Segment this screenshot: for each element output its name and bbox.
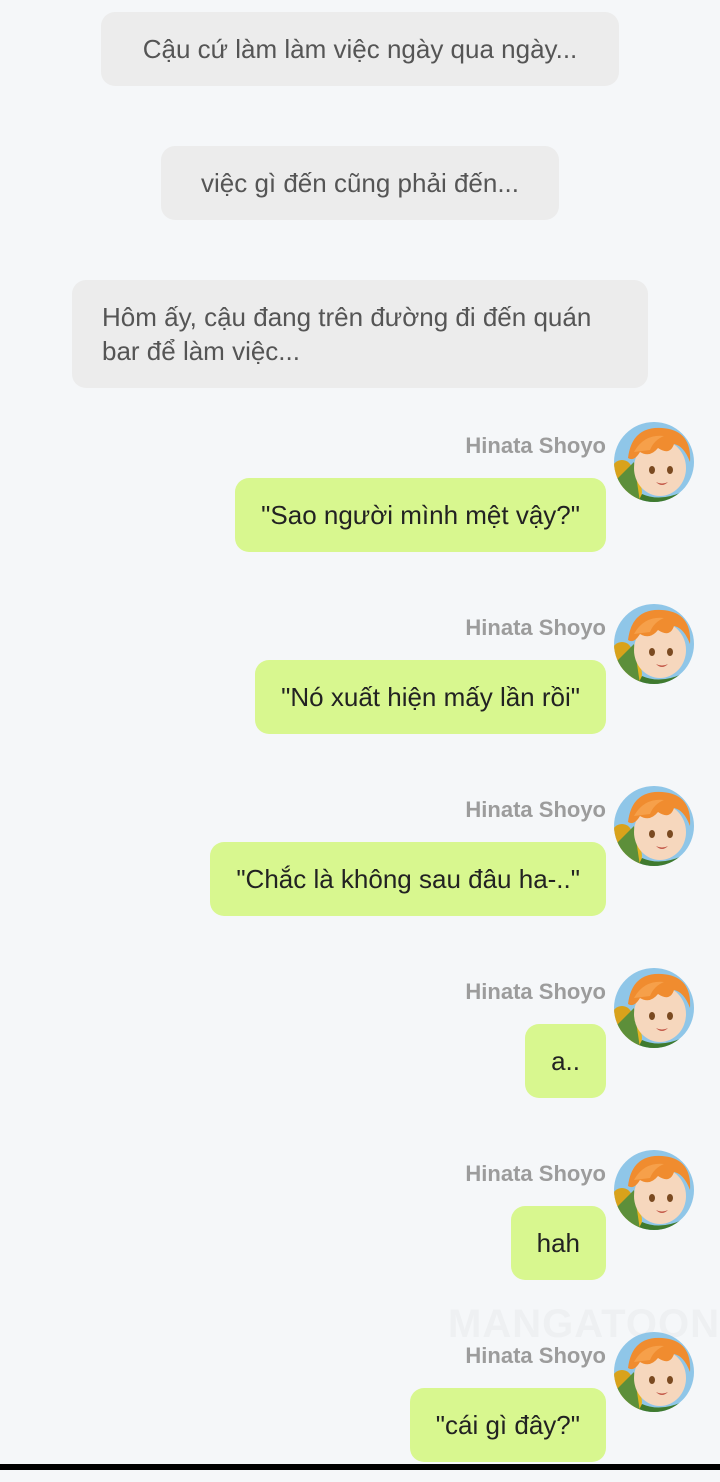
avatar[interactable] (614, 786, 694, 866)
chat-message: Hinata Shoyo hah (0, 1160, 720, 1300)
avatar[interactable] (614, 604, 694, 684)
message-bubble[interactable]: a.. (525, 1024, 606, 1098)
chat-message: Hinata Shoyo "cái gì đây?" (0, 1342, 720, 1482)
avatar[interactable] (614, 968, 694, 1048)
sender-name: Hinata Shoyo (465, 1343, 606, 1368)
message-bubble[interactable]: "Sao người mình mệt vậy?" (235, 478, 606, 552)
chat-message: Hinata Shoyo "Sao người mình mệt vậy?" (0, 432, 720, 572)
sender-name: Hinata Shoyo (465, 433, 606, 458)
avatar[interactable] (614, 1150, 694, 1230)
sender-name: Hinata Shoyo (465, 1161, 606, 1186)
message-bubble[interactable]: "cái gì đây?" (409, 1388, 606, 1462)
sender-name: Hinata Shoyo (465, 979, 606, 1004)
chat-message: Hinata Shoyo "Chắc là không sau đâu ha-.… (0, 796, 720, 936)
narration-bubble: việc gì đến cũng phải đến... (161, 146, 559, 220)
narration-block-1: Cậu cứ làm làm việc ngày qua ngày... (0, 12, 720, 86)
message-bubble[interactable]: "Nó xuất hiện mấy lần rồi" (255, 660, 606, 734)
avatar[interactable] (614, 1332, 694, 1412)
message-bubble[interactable]: "Chắc là không sau đâu ha-.." (210, 842, 606, 916)
chat-message: Hinata Shoyo "Nó xuất hiện mấy lần rồi" (0, 614, 720, 754)
bottom-edge-bar (0, 1464, 720, 1470)
narration-block-3: Hôm ấy, cậu đang trên đường đi đến quán … (0, 280, 720, 388)
narration-bubble: Hôm ấy, cậu đang trên đường đi đến quán … (72, 280, 648, 388)
sender-name: Hinata Shoyo (465, 615, 606, 640)
sender-name: Hinata Shoyo (465, 797, 606, 822)
message-bubble[interactable]: hah (510, 1206, 606, 1280)
avatar[interactable] (614, 422, 694, 502)
narration-bubble: Cậu cứ làm làm việc ngày qua ngày... (101, 12, 619, 86)
narration-block-2: việc gì đến cũng phải đến... (0, 146, 720, 220)
chat-message: Hinata Shoyo a.. (0, 978, 720, 1118)
